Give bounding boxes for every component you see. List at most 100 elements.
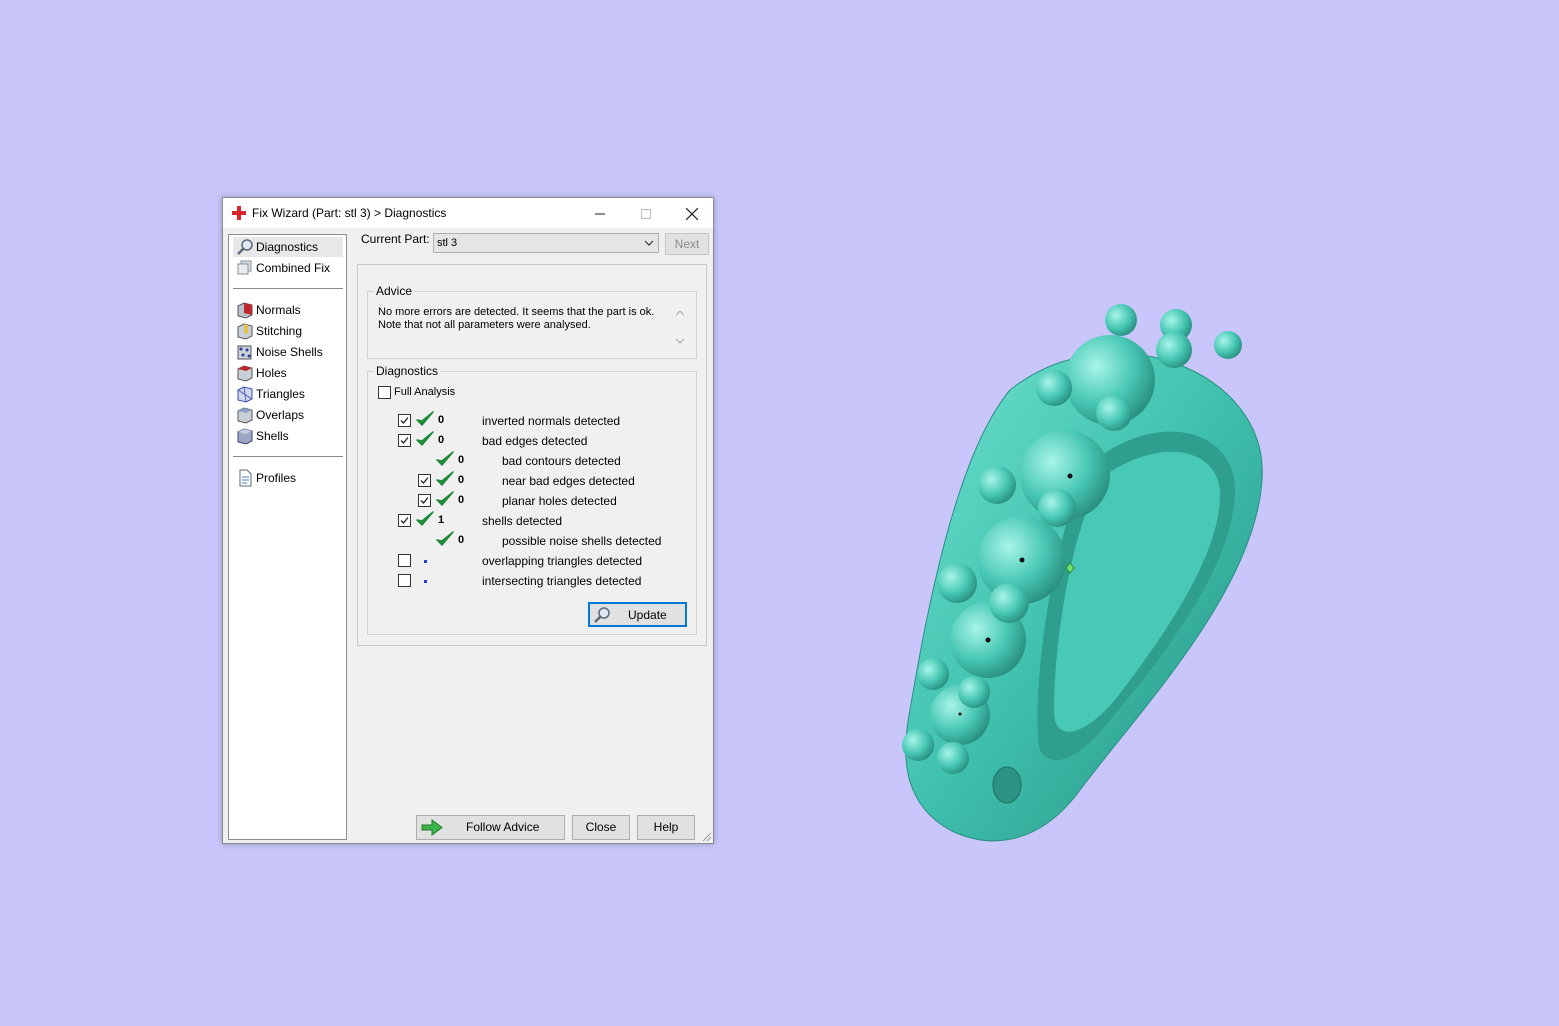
triangles-icon bbox=[237, 386, 253, 403]
sidebar-item-label: Holes bbox=[256, 366, 287, 380]
sidebar-divider bbox=[233, 456, 343, 457]
diagnostic-checkbox[interactable] bbox=[398, 414, 411, 427]
diagnostics-title: Diagnostics bbox=[374, 364, 441, 378]
diagnostic-count: 0 bbox=[438, 434, 445, 446]
sidebar-item-diagnostics[interactable]: Diagnostics bbox=[233, 237, 343, 257]
chevron-down-icon bbox=[644, 240, 654, 246]
diagnostic-count: 0 bbox=[458, 494, 465, 506]
sidebar-item-label: Normals bbox=[256, 303, 301, 317]
sidebar-item-stitching[interactable]: Stitching bbox=[233, 321, 343, 341]
normals-icon bbox=[237, 302, 253, 319]
close-button[interactable]: Close bbox=[572, 815, 630, 840]
sidebar-item-profiles[interactable]: Profiles bbox=[233, 468, 343, 488]
sidebar-item-label: Stitching bbox=[256, 324, 303, 338]
green-check-icon bbox=[436, 471, 454, 487]
diagnostic-label: planar holes detected bbox=[502, 494, 617, 508]
fix-wizard-dialog: Fix Wizard (Part: stl 3) > Diagnostics D… bbox=[222, 197, 714, 844]
sidebar-item-combined-fix[interactable]: Combined Fix bbox=[233, 258, 343, 278]
holes-icon bbox=[237, 365, 253, 382]
window-title: Fix Wizard (Part: stl 3) > Diagnostics bbox=[252, 206, 447, 220]
sidebar-divider bbox=[233, 288, 343, 289]
resize-grip-icon[interactable] bbox=[702, 832, 712, 842]
diagnostic-checkbox[interactable] bbox=[398, 554, 411, 567]
diagnostic-label: shells detected bbox=[482, 514, 563, 528]
advice-line-1: No more errors are detected. It seems th… bbox=[378, 306, 655, 318]
green-arrow-icon bbox=[421, 819, 443, 836]
sidebar-item-normals[interactable]: Normals bbox=[233, 300, 343, 320]
diagnostic-label: bad edges detected bbox=[482, 434, 588, 448]
diagnostic-checkbox[interactable] bbox=[398, 574, 411, 587]
diagnostic-count: 0 bbox=[458, 454, 465, 466]
sidebar-item-label: Noise Shells bbox=[256, 345, 323, 359]
green-check-icon bbox=[436, 451, 454, 467]
update-label: Update bbox=[628, 608, 667, 622]
red-cross-icon bbox=[232, 206, 246, 220]
scroll-down-icon[interactable] bbox=[676, 338, 684, 344]
scroll-up-icon[interactable] bbox=[676, 310, 684, 316]
title-bar[interactable]: Fix Wizard (Part: stl 3) > Diagnostics bbox=[223, 198, 713, 228]
current-part-select[interactable]: stl 3 bbox=[433, 233, 659, 253]
diagnostic-label: bad contours detected bbox=[502, 454, 621, 468]
next-button[interactable]: Next bbox=[665, 233, 709, 255]
advice-title: Advice bbox=[374, 284, 415, 298]
advice-group: Advice No more errors are detected. It s… bbox=[367, 284, 697, 359]
diagnostics-panel: Advice No more errors are detected. It s… bbox=[357, 264, 707, 646]
magnifier-icon bbox=[237, 239, 253, 255]
magnifier-icon bbox=[594, 607, 610, 623]
current-part-label: Current Part: bbox=[361, 232, 430, 246]
green-check-icon bbox=[416, 411, 434, 427]
diagnostics-group: Diagnostics Full Analysis 0 inverted norm… bbox=[367, 364, 697, 635]
minimize-icon bbox=[595, 213, 605, 215]
full-analysis-label[interactable]: Full Analysis bbox=[394, 386, 455, 398]
wizard-sidebar: Diagnostics Combined Fix Normals Stitchi… bbox=[228, 234, 347, 840]
diagnostic-count: 1 bbox=[438, 514, 445, 526]
update-button[interactable]: Update bbox=[588, 602, 687, 627]
diagnostic-count: 0 bbox=[458, 534, 465, 546]
close-window-button[interactable] bbox=[669, 198, 715, 228]
sidebar-item-label: Overlaps bbox=[256, 408, 305, 422]
diagnostic-label: overlapping triangles detected bbox=[482, 554, 643, 568]
diagnostic-checkbox[interactable] bbox=[398, 434, 411, 447]
diagnostic-checkbox[interactable] bbox=[418, 474, 431, 487]
sidebar-item-noise-shells[interactable]: Noise Shells bbox=[233, 342, 343, 362]
diagnostic-label: near bad edges detected bbox=[502, 474, 635, 488]
diagnostic-label: inverted normals detected bbox=[482, 414, 621, 428]
full-analysis-checkbox[interactable] bbox=[378, 386, 391, 399]
diagnostic-label: possible noise shells detected bbox=[502, 534, 662, 548]
diagnostic-label: intersecting triangles detected bbox=[482, 574, 642, 588]
profiles-icon bbox=[239, 469, 252, 487]
sidebar-item-holes[interactable]: Holes bbox=[233, 363, 343, 383]
shells-icon bbox=[237, 428, 253, 445]
help-button[interactable]: Help bbox=[637, 815, 695, 840]
pending-dot-icon bbox=[424, 560, 427, 563]
follow-advice-label: Follow Advice bbox=[466, 820, 540, 834]
advice-text: No more errors are detected. It seems th… bbox=[378, 306, 658, 332]
close-icon bbox=[685, 207, 699, 221]
maximize-button[interactable] bbox=[623, 198, 669, 228]
advice-line-2: Note that not all parameters were analys… bbox=[378, 319, 591, 331]
sidebar-item-label: Shells bbox=[256, 429, 289, 443]
sidebar-item-label: Combined Fix bbox=[256, 261, 331, 275]
green-check-icon bbox=[416, 431, 434, 447]
combined-fix-icon bbox=[237, 260, 252, 275]
overlaps-icon bbox=[237, 407, 253, 424]
sidebar-item-overlaps[interactable]: Overlaps bbox=[233, 405, 343, 425]
green-check-icon bbox=[436, 491, 454, 507]
noise-shells-icon bbox=[237, 345, 252, 360]
sidebar-item-shells[interactable]: Shells bbox=[233, 426, 343, 446]
ring-model-viewport[interactable] bbox=[880, 290, 1280, 860]
green-check-icon bbox=[416, 511, 434, 527]
sidebar-item-triangles[interactable]: Triangles bbox=[233, 384, 343, 404]
follow-advice-button[interactable]: Follow Advice bbox=[416, 815, 565, 840]
diagnostic-count: 0 bbox=[458, 474, 465, 486]
diagnostic-checkbox[interactable] bbox=[418, 494, 431, 507]
sidebar-item-label: Profiles bbox=[256, 471, 297, 485]
maximize-icon bbox=[641, 209, 651, 220]
sidebar-item-label: Diagnostics bbox=[256, 240, 319, 254]
diagnostic-checkbox[interactable] bbox=[398, 514, 411, 527]
stitching-icon bbox=[237, 323, 253, 340]
minimize-button[interactable] bbox=[577, 198, 623, 228]
current-part-value: stl 3 bbox=[437, 237, 458, 249]
diagnostic-count: 0 bbox=[438, 414, 445, 426]
sidebar-item-label: Triangles bbox=[256, 387, 305, 401]
